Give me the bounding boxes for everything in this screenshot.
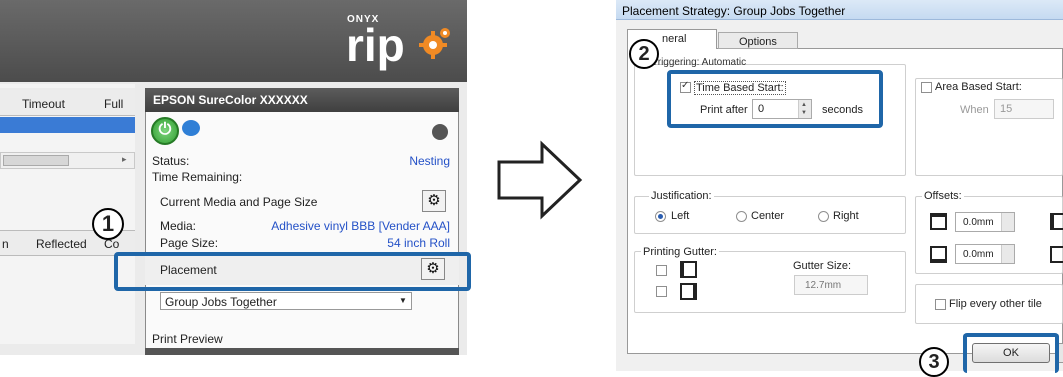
rip-logo-text: rip [346,19,405,71]
area-based-start-label[interactable]: Area Based Start: [935,81,1022,93]
step-badge-1: 1 [92,208,124,240]
column-header-full[interactable]: Full [104,97,123,111]
offset-top-spinner[interactable] [1001,213,1014,231]
offset-top-value: 0.0mm [963,217,994,228]
offset-right-bottom-icon [1050,246,1063,263]
callout-box-2 [667,70,883,128]
edit-icon[interactable] [432,124,448,140]
scrollbar-thumb[interactable] [3,155,69,166]
gear-logo-icon [419,28,450,59]
selected-table-row[interactable] [0,117,135,133]
power-icon: ⏻ [158,121,172,138]
placement-strategy-select[interactable]: Group Jobs Together ▼ [160,292,412,310]
step-badge-3: 3 [919,347,949,377]
strategy-value: Group Jobs Together [165,295,277,309]
scroll-right-arrow-icon[interactable]: ▸ [122,154,127,165]
offset-bottom-icon [930,246,947,263]
radio-right[interactable] [818,211,829,222]
tab-options-label: Options [739,36,777,48]
flip-tile-checkbox[interactable] [935,299,946,310]
when-value: 15 [1000,103,1013,115]
dialog-title: Placement Strategy: Group Jobs Together [622,4,846,18]
flip-tile-label[interactable]: Flip every other tile [949,298,1042,310]
print-preview-label: Print Preview [152,332,223,346]
radio-right-label[interactable]: Right [833,210,859,222]
radio-center[interactable] [736,211,747,222]
power-button[interactable]: ⏻ [151,117,179,145]
gutter-left-checkbox[interactable] [656,265,667,276]
area-based-start-checkbox[interactable] [921,82,932,93]
status-label: Status: [152,154,190,168]
print-preview-bar [145,348,459,355]
radio-center-label[interactable]: Center [751,210,784,222]
gutter-right-checkbox[interactable] [656,286,667,297]
right-arrow-icon [497,140,583,220]
media-size-label: Current Media and Page Size [160,195,318,209]
offset-bottom-value: 0.0mm [963,249,994,260]
gutter-size-value: 12.7mm [805,280,842,291]
status-value: Nesting [409,154,450,168]
printer-title: EPSON SureColor XXXXXX [153,93,308,107]
gutter-right-icon [680,283,697,300]
radio-left-label[interactable]: Left [671,210,689,222]
time-remaining-label: Time Remaining: [152,170,243,184]
gutter-size-input[interactable]: 12.7mm [794,275,868,295]
column-header-n[interactable]: n [2,237,9,251]
column-header-timeout[interactable]: Timeout [22,97,65,111]
callout-box-1 [114,252,471,291]
page-size-value: 54 inch Roll [387,236,450,250]
radio-left[interactable] [655,211,666,222]
chevron-down-icon: ▼ [399,296,407,305]
gutter-size-label: Gutter Size: [793,260,852,272]
message-icon[interactable] [182,120,200,136]
when-label: When [960,104,989,116]
offset-bottom-spinner[interactable] [1001,245,1014,263]
triggering-label: Triggering: Automatic [652,57,747,68]
tab-general-label: neral [662,33,687,45]
step-badge-2: 2 [629,39,659,69]
column-header-reflected[interactable]: Reflected [36,237,87,251]
radio-selected-dot [658,214,663,219]
horizontal-scrollbar[interactable]: ▸ [0,152,135,169]
callout-box-3 [963,333,1059,373]
offsets-label: Offsets: [922,190,964,202]
gear-icon: ⚙ [427,192,441,209]
offset-top-icon [930,213,947,230]
offset-right-top-icon [1050,213,1063,230]
printing-gutter-label: Printing Gutter: [641,246,719,258]
media-label: Media: [160,219,197,233]
gutter-left-icon [680,261,697,278]
when-input[interactable]: 15 [994,99,1054,119]
page-size-label: Page Size: [160,236,219,250]
media-value: Adhesive vinyl BBB [Vender AAA] [271,219,450,233]
media-settings-button[interactable]: ⚙ [422,190,446,212]
justification-label: Justification: [649,190,714,202]
